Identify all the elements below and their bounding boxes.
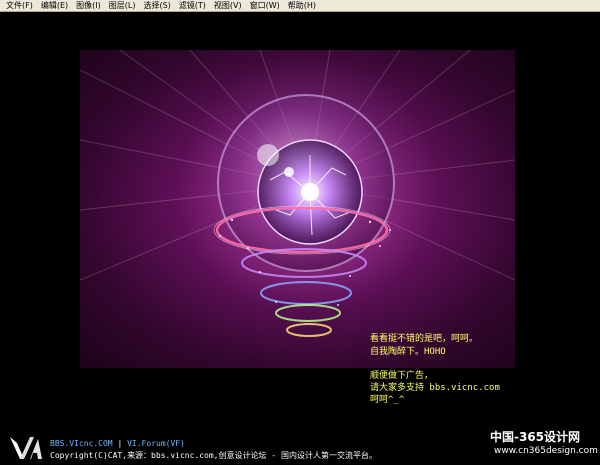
menu-help[interactable]: 帮助(H) [284, 0, 320, 12]
menu-file[interactable]: 文件(F) [2, 0, 37, 12]
menu-layer[interactable]: 图层(L) [105, 0, 140, 12]
note-line-3: 顺便做下广告， [370, 371, 434, 381]
menu-filter[interactable]: 滤镜(T) [175, 0, 210, 12]
menu-select[interactable]: 选择(S) [139, 0, 174, 12]
watermark-url: www.cn365design.com [494, 446, 598, 456]
footer-forum-link[interactable]: VI.Forum(VF) [127, 439, 185, 448]
menu-image[interactable]: 图像(I) [72, 0, 105, 12]
menu-window[interactable]: 窗口(W) [246, 0, 284, 12]
note-line-1: 看看挺不错的是吧，呵呵。 [370, 334, 479, 344]
menu-edit[interactable]: 编辑(E) [37, 0, 72, 12]
footer-site-link[interactable]: BBS.VIcnc.COM [50, 439, 113, 448]
note-line-2: 自我陶醉下。HOHO [370, 347, 446, 357]
vi-logo-icon [10, 437, 42, 459]
menu-bar: 文件(F) 编辑(E) 图像(I) 图层(L) 选择(S) 滤镜(T) 视图(V… [0, 0, 600, 12]
document-canvas[interactable] [80, 50, 515, 368]
footer-separator: | [117, 439, 123, 448]
menu-view[interactable]: 视图(V) [210, 0, 246, 12]
watermark-title: 中国-365设计网 [490, 430, 581, 444]
footer-line-1: BBS.VIcnc.COM | VI.Forum(VF) [50, 439, 185, 449]
crystal-ball-artwork [80, 50, 515, 337]
note-line-4: 请大家多支持 bbs.vicnc.com [370, 383, 500, 393]
footer-copyright: Copyright(C)CAT,来源：bbs.vicnc.com,创意设计论坛 … [50, 451, 377, 460]
note-line-5: 呵呵^_^ [370, 395, 405, 405]
